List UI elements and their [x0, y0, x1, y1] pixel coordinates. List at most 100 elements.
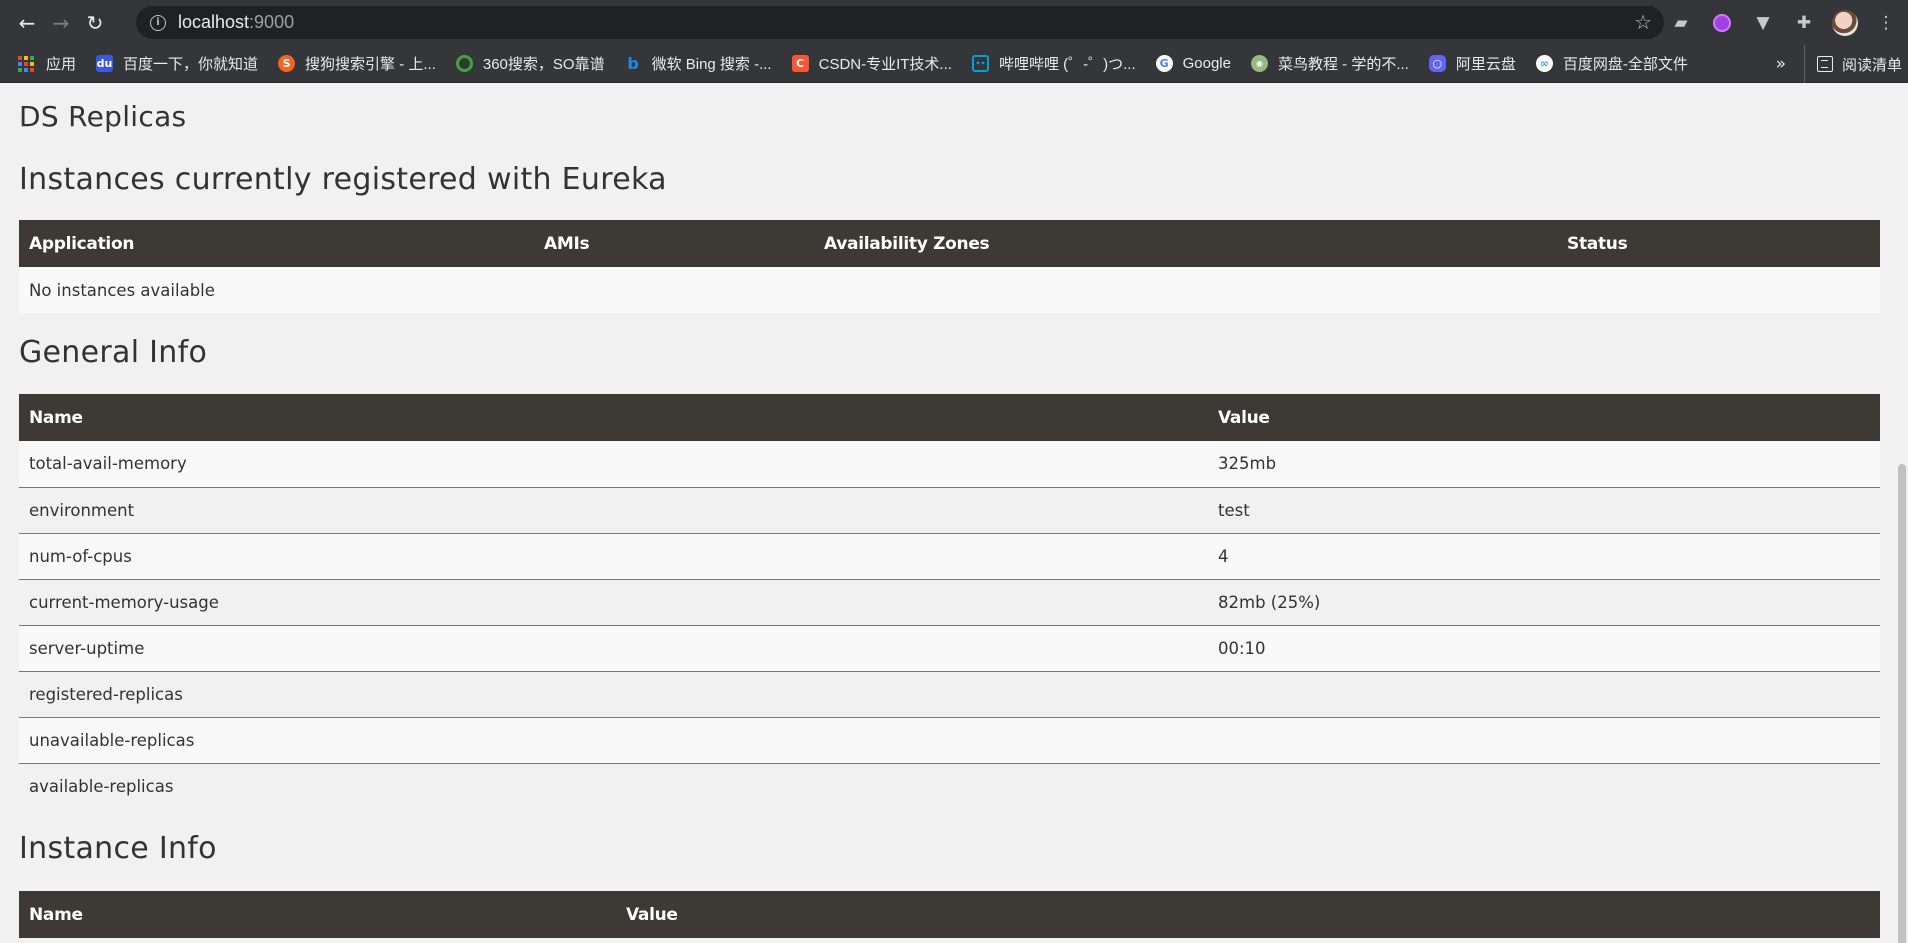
table-row: environment test	[19, 486, 1880, 533]
info-name-cell: server-uptime	[19, 624, 1208, 671]
table-row: total-avail-memory 325mb	[19, 441, 1880, 487]
bookmark-360[interactable]: 360搜索，SO靠谱	[446, 45, 615, 83]
info-name-cell: environment	[19, 486, 1208, 533]
url-host: localhost	[178, 12, 250, 32]
bookmark-apps[interactable]: 应用	[0, 45, 86, 83]
info-value-cell	[1208, 670, 1880, 717]
browser-menu-icon[interactable]: ⋮	[1870, 7, 1902, 39]
table-header-row: Name Value	[19, 891, 1880, 938]
general-info-table: Name Value total-avail-memory 325mb envi…	[19, 394, 1880, 809]
extension-v-icon[interactable]: ▼	[1747, 7, 1779, 39]
bookmark-sogou[interactable]: S 搜狗搜索引擎 - 上...	[268, 45, 446, 83]
table-row: current-memory-usage 82mb (25%)	[19, 578, 1880, 625]
bookmark-label: 360搜索，SO靠谱	[482, 56, 605, 73]
reading-list-button[interactable]: 阅读清单	[1803, 45, 1902, 83]
instances-table: Application AMIs Availability Zones Stat…	[19, 220, 1880, 313]
url-text[interactable]: localhost:9000	[178, 12, 294, 33]
profile-avatar[interactable]	[1829, 7, 1861, 39]
info-value-cell	[1208, 716, 1880, 763]
column-header: Name	[19, 394, 1208, 441]
column-header: Availability Zones	[814, 220, 1557, 267]
apps-grid-icon	[18, 55, 34, 72]
url-port: :9000	[249, 12, 295, 32]
info-value-cell: 4	[1208, 532, 1880, 579]
table-row: unavailable-replicas	[19, 716, 1880, 763]
bookmarks-overflow-button[interactable]: »	[1776, 45, 1786, 83]
info-name-cell: current-memory-usage	[19, 578, 1208, 625]
table-row: No instances available	[19, 267, 1880, 313]
bookmark-label: 阿里云盘	[1455, 56, 1516, 73]
instance-info-heading: Instance Info	[19, 831, 217, 866]
csdn-icon: C	[791, 55, 809, 72]
bookmark-label: 应用	[46, 56, 77, 73]
column-header: Application	[19, 220, 534, 267]
empty-message: No instances available	[19, 267, 1880, 313]
bilibili-icon: ••	[971, 55, 989, 72]
bookmark-label: 百度一下，你就知道	[123, 56, 259, 73]
info-value-cell: test	[1208, 486, 1880, 533]
extension-toolbar: ▰ ▼ ✚ ⋮	[1665, 0, 1908, 45]
reading-list-label: 阅读清单	[1841, 56, 1902, 74]
bing-icon: b	[627, 54, 639, 73]
column-header: Value	[1208, 394, 1880, 441]
info-value-cell: 325mb	[1208, 441, 1880, 487]
info-name-cell: total-avail-memory	[19, 441, 1208, 487]
table-header-row: Application AMIs Availability Zones Stat…	[19, 220, 1880, 267]
bookmark-label: 微软 Bing 搜索 -...	[651, 56, 772, 73]
info-value-cell: 00:10	[1208, 624, 1880, 671]
forward-arrow-icon[interactable]: →	[44, 6, 78, 40]
table-row: num-of-cpus 4	[19, 532, 1880, 579]
extension-purple-icon[interactable]	[1706, 7, 1738, 39]
table-header-row: Name Value	[19, 394, 1880, 441]
bookmark-runoob[interactable]: ◉ 菜鸟教程 - 学的不...	[1241, 45, 1419, 83]
info-value-cell: 82mb (25%)	[1208, 578, 1880, 625]
table-row: server-uptime 00:10	[19, 624, 1880, 671]
bookmark-aliyun-drive[interactable]: ○ 阿里云盘	[1419, 45, 1526, 83]
info-value-cell	[1208, 762, 1880, 809]
extension-chat-icon[interactable]: ▰	[1665, 7, 1697, 39]
bookmark-star-icon[interactable]: ☆	[1634, 10, 1652, 34]
bookmark-label: 百度网盘-全部文件	[1562, 56, 1688, 73]
address-bar[interactable]: i localhost:9000 ☆	[136, 6, 1664, 39]
page-content: DS Replicas Instances currently register…	[0, 84, 1896, 943]
info-name-cell: available-replicas	[19, 762, 1208, 809]
bookmark-baidu-netdisk[interactable]: ∞ 百度网盘-全部文件	[1526, 45, 1698, 83]
column-header: Value	[616, 891, 1880, 938]
bookmark-bing[interactable]: b 微软 Bing 搜索 -...	[615, 45, 782, 83]
bookmarks-bar: 应用 du 百度一下，你就知道 S 搜狗搜索引擎 - 上... 360搜索，SO…	[0, 45, 1908, 83]
info-name-cell: registered-replicas	[19, 670, 1208, 717]
instances-heading: Instances currently registered with Eure…	[19, 162, 667, 197]
site-info-icon[interactable]: i	[150, 14, 166, 31]
bookmark-label: 搜狗搜索引擎 - 上...	[305, 56, 436, 73]
ds-replicas-heading: DS Replicas	[19, 100, 187, 133]
baidu-netdisk-icon: ∞	[1535, 55, 1553, 72]
back-arrow-icon[interactable]: ←	[10, 6, 44, 40]
bookmark-google[interactable]: G Google	[1146, 45, 1241, 83]
bookmark-csdn[interactable]: C CSDN-专业IT技术...	[782, 45, 962, 83]
reading-list-icon	[1816, 56, 1833, 72]
browser-toolbar: ← → ↻ i localhost:9000 ☆ ▰ ▼ ✚ ⋮	[0, 0, 1908, 45]
column-header: Name	[19, 891, 616, 938]
instance-info-table: Name Value	[19, 891, 1880, 938]
bookmark-bilibili[interactable]: •• 哔哩哔哩 (゜-゜)つ...	[962, 45, 1146, 83]
reload-icon[interactable]: ↻	[78, 6, 112, 40]
info-name-cell: unavailable-replicas	[19, 716, 1208, 763]
table-row: registered-replicas	[19, 670, 1880, 717]
bookmark-label: 菜鸟教程 - 学的不...	[1277, 56, 1409, 73]
runoob-icon: ◉	[1250, 55, 1268, 72]
sogou-icon: S	[278, 55, 296, 72]
scrollbar-thumb[interactable]	[1898, 464, 1906, 943]
table-row: available-replicas	[19, 762, 1880, 809]
general-info-heading: General Info	[19, 335, 208, 370]
bookmark-label: Google	[1182, 55, 1231, 72]
360-icon	[455, 55, 473, 72]
page-scrollbar[interactable]	[1896, 84, 1908, 943]
column-header: Status	[1557, 220, 1880, 267]
extensions-puzzle-icon[interactable]: ✚	[1788, 7, 1820, 39]
bookmark-label: 哔哩哔哩 (゜-゜)つ...	[998, 56, 1136, 73]
info-name-cell: num-of-cpus	[19, 532, 1208, 579]
bookmark-baidu[interactable]: du 百度一下，你就知道	[86, 45, 268, 83]
column-header: AMIs	[534, 220, 814, 267]
bookmark-label: CSDN-专业IT技术...	[818, 56, 952, 73]
google-icon: G	[1155, 55, 1173, 72]
